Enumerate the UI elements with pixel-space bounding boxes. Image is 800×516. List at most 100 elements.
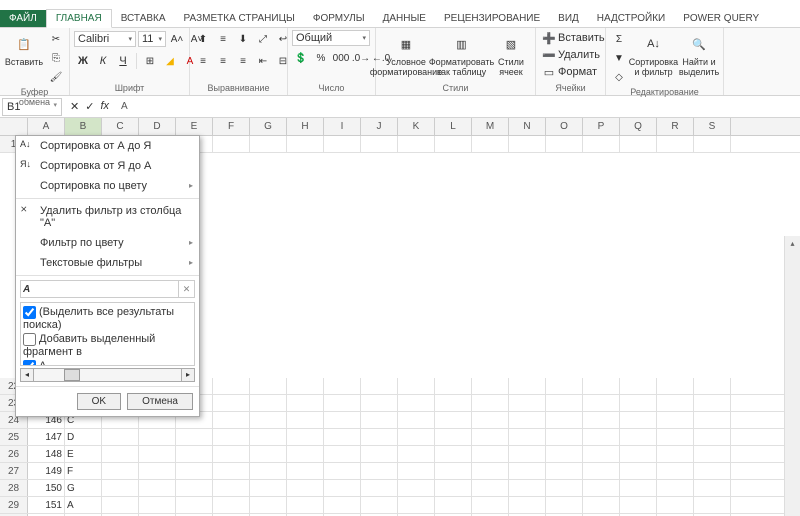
cell[interactable] — [213, 497, 250, 513]
cell[interactable] — [213, 136, 250, 152]
orientation-icon[interactable]: ⤢ — [254, 30, 272, 48]
cell[interactable] — [509, 497, 546, 513]
filter-values-list[interactable]: (Выделить все результаты поиска) Добавит… — [20, 302, 195, 366]
cell[interactable] — [250, 463, 287, 479]
cell[interactable] — [657, 480, 694, 496]
cell[interactable] — [472, 378, 509, 394]
grow-font-icon[interactable]: A˄ — [168, 30, 186, 48]
cell[interactable] — [213, 412, 250, 428]
column-header[interactable]: N — [509, 118, 546, 135]
cell[interactable] — [694, 463, 731, 479]
format-table-button[interactable]: ▥Форматировать как таблицу — [435, 30, 488, 80]
cell[interactable] — [361, 446, 398, 462]
cell[interactable] — [139, 446, 176, 462]
cell[interactable] — [435, 136, 472, 152]
cell[interactable] — [398, 395, 435, 411]
cell[interactable] — [472, 395, 509, 411]
column-header[interactable]: Q — [620, 118, 657, 135]
column-header[interactable]: M — [472, 118, 509, 135]
cell[interactable] — [509, 446, 546, 462]
formula-input[interactable]: A — [115, 99, 800, 114]
column-header[interactable]: K — [398, 118, 435, 135]
enter-fx-icon[interactable]: ✓ — [85, 100, 94, 113]
italic-icon[interactable]: К — [94, 52, 112, 70]
cond-format-button[interactable]: ▦Условное форматирование — [380, 30, 432, 80]
align-center-icon[interactable]: ≡ — [214, 52, 232, 70]
sort-za-item[interactable]: Я↓Сортировка от Я до А — [16, 156, 199, 176]
filter-hscroll[interactable]: ◂ ▸ — [20, 368, 195, 382]
cancel-fx-icon[interactable]: ✕ — [70, 100, 79, 113]
tab-addins[interactable]: НАДСТРОЙКИ — [588, 10, 674, 27]
sort-az-item[interactable]: A↓Сортировка от А до Я — [16, 136, 199, 156]
cell[interactable] — [213, 429, 250, 445]
autosum-icon[interactable]: Σ — [610, 30, 628, 48]
column-header[interactable]: G — [250, 118, 287, 135]
cell[interactable] — [176, 463, 213, 479]
cell[interactable] — [398, 497, 435, 513]
border-icon[interactable]: ⊞ — [141, 52, 159, 70]
name-box[interactable]: B1▾ — [2, 98, 62, 116]
cell[interactable] — [398, 412, 435, 428]
cell[interactable] — [102, 446, 139, 462]
cell[interactable] — [694, 412, 731, 428]
column-header[interactable]: L — [435, 118, 472, 135]
number-format-combo[interactable]: Общий▾ — [292, 30, 370, 46]
ok-button[interactable]: OK — [77, 393, 121, 410]
cell[interactable] — [620, 378, 657, 394]
cell[interactable] — [287, 429, 324, 445]
cell[interactable]: E — [65, 446, 102, 462]
clear-search-icon[interactable]: ✕ — [179, 280, 195, 298]
tab-data[interactable]: ДАННЫЕ — [374, 10, 435, 27]
font-size-combo[interactable]: 11▾ — [138, 31, 166, 47]
cell[interactable] — [287, 136, 324, 152]
cell[interactable] — [398, 378, 435, 394]
cell[interactable] — [435, 463, 472, 479]
cell[interactable] — [398, 480, 435, 496]
scroll-up-icon[interactable]: ▴ — [785, 236, 800, 252]
cell[interactable] — [546, 395, 583, 411]
align-middle-icon[interactable]: ≡ — [214, 30, 232, 48]
tab-file[interactable]: ФАЙЛ — [0, 10, 46, 27]
text-filters-item[interactable]: Текстовые фильтры▸ — [16, 253, 199, 273]
cell[interactable] — [620, 136, 657, 152]
column-header[interactable]: B — [65, 118, 102, 135]
cell[interactable] — [398, 463, 435, 479]
cell[interactable] — [472, 463, 509, 479]
cell[interactable] — [583, 395, 620, 411]
comma-icon[interactable]: 000 — [332, 49, 350, 67]
filter-check-add[interactable]: Добавить выделенный фрагмент в — [23, 332, 192, 359]
cell[interactable] — [361, 136, 398, 152]
column-header[interactable]: F — [213, 118, 250, 135]
cell[interactable] — [694, 378, 731, 394]
cell[interactable] — [213, 446, 250, 462]
cell[interactable] — [287, 497, 324, 513]
cell[interactable]: 147 — [28, 429, 65, 445]
column-header[interactable]: D — [139, 118, 176, 135]
cell[interactable] — [546, 412, 583, 428]
cell[interactable] — [324, 395, 361, 411]
cell[interactable] — [213, 463, 250, 479]
cell[interactable] — [102, 463, 139, 479]
percent-icon[interactable]: % — [312, 49, 330, 67]
column-header[interactable]: S — [694, 118, 731, 135]
filter-search-input[interactable] — [20, 280, 179, 298]
cell[interactable] — [509, 395, 546, 411]
cell[interactable] — [546, 463, 583, 479]
cell[interactable] — [583, 136, 620, 152]
cell[interactable] — [583, 497, 620, 513]
bold-icon[interactable]: Ж — [74, 52, 92, 70]
cell[interactable] — [139, 497, 176, 513]
align-right-icon[interactable]: ≡ — [234, 52, 252, 70]
cell[interactable] — [583, 412, 620, 428]
cell[interactable] — [583, 446, 620, 462]
cell[interactable] — [287, 412, 324, 428]
cell[interactable] — [657, 136, 694, 152]
cell[interactable] — [509, 463, 546, 479]
cell[interactable] — [472, 429, 509, 445]
cell[interactable] — [361, 497, 398, 513]
clear-icon[interactable]: ◇ — [610, 68, 628, 86]
sort-filter-button[interactable]: A↓Сортировка и фильтр — [631, 30, 676, 80]
sort-color-item[interactable]: Сортировка по цвету▸ — [16, 176, 199, 196]
cell[interactable] — [583, 480, 620, 496]
column-header[interactable]: H — [287, 118, 324, 135]
